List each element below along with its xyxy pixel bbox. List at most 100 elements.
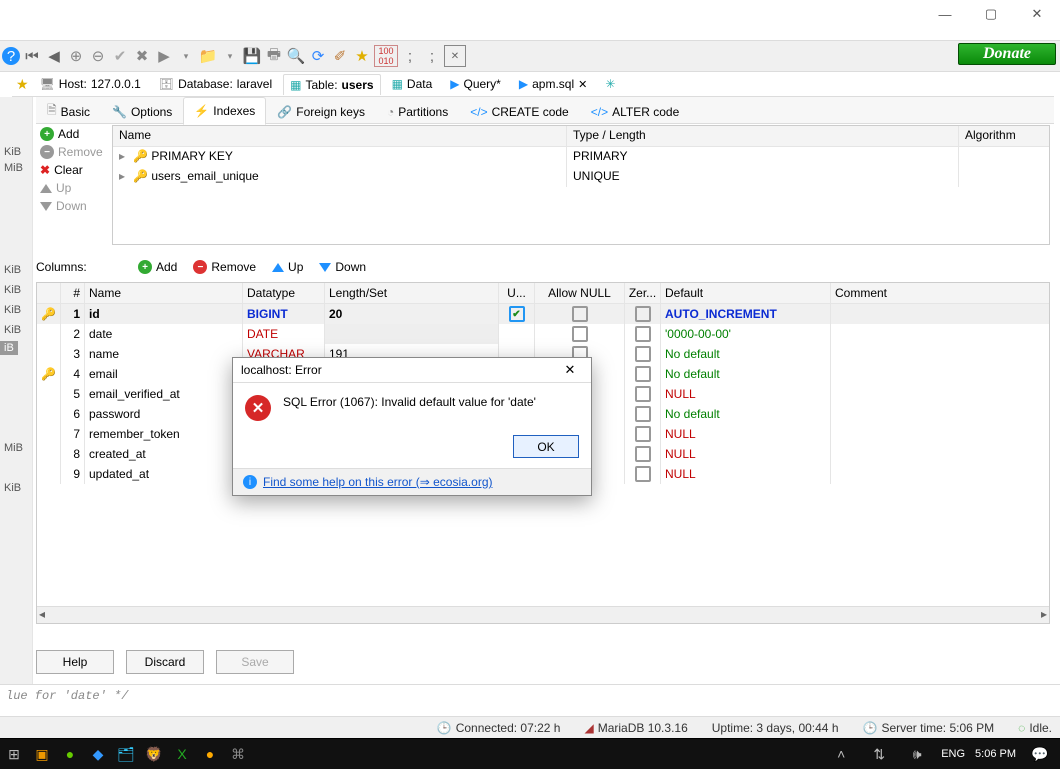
hex-icon[interactable]: 100010 [374,45,398,67]
zerofill-cell[interactable] [625,384,661,404]
comment-cell[interactable] [831,444,1049,464]
database-segment[interactable]: 🗄 Database: laravel [152,73,279,95]
cancel-icon[interactable]: ✖ [132,46,152,66]
save-icon[interactable]: 💾 [242,46,262,66]
tab-apm-sql[interactable]: ▶ apm.sql ✕ [512,73,594,95]
help-button[interactable]: Help [36,650,114,674]
datatype-cell[interactable]: DATE [243,324,325,344]
col-header-unsigned[interactable]: U... [499,283,535,303]
tray-notification-icon[interactable]: 💬 [1026,739,1054,769]
comment-cell[interactable] [831,324,1049,344]
default-cell[interactable]: No default [661,404,831,424]
index-up-button[interactable]: Up [36,179,112,197]
default-cell[interactable]: '0000-00-00' [661,324,831,344]
table-segment[interactable]: ▦ Table: users [283,74,380,95]
name-cell[interactable]: id [85,304,243,324]
col-header-type[interactable]: Type / Length [567,126,959,146]
col-header-dtype[interactable]: Datatype [243,283,325,303]
accept-icon[interactable]: ✔ [110,46,130,66]
open-dropdown-icon[interactable]: ▾ [220,46,240,66]
default-cell[interactable]: NULL [661,424,831,444]
dialog-close-icon[interactable]: ✕ [557,360,583,380]
host-segment[interactable]: 🖥 Host: 127.0.0.1 [33,73,148,95]
zerofill-cell[interactable] [625,404,661,424]
col-up-button[interactable]: Up [272,260,303,274]
default-cell[interactable]: NULL [661,444,831,464]
length-cell[interactable] [325,324,499,344]
name-cell[interactable]: password [85,404,243,424]
col-header-name[interactable]: Name [113,126,567,146]
task-app-icon[interactable]: X [168,739,196,769]
run-dropdown-icon[interactable]: ▾ [176,46,196,66]
allow-null-cell[interactable] [535,304,625,324]
zerofill-cell[interactable] [625,304,661,324]
dialog-help-link[interactable]: Find some help on this error (⇒ ecosia.o… [263,475,492,489]
donate-button[interactable]: Donate [958,43,1056,65]
index-row[interactable]: ▸🔑 PRIMARY KEY PRIMARY [113,147,1049,167]
col-remove-button[interactable]: −Remove [193,260,256,274]
zerofill-cell[interactable] [625,364,661,384]
tray-lang[interactable]: ENG [941,748,965,760]
save-button[interactable]: Save [216,650,294,674]
zerofill-cell[interactable] [625,464,661,484]
discard-button[interactable]: Discard [126,650,204,674]
column-row[interactable]: 🔑1idBIGINT20AUTO_INCREMENT [37,304,1049,324]
index-clear-button[interactable]: ✖Clear [36,161,112,179]
index-remove-button[interactable]: −Remove [36,143,112,161]
zerofill-cell[interactable] [625,324,661,344]
close-tab-x-icon[interactable]: ✕ [578,78,587,91]
col-header-comment[interactable]: Comment [831,283,1049,303]
col-add-button[interactable]: +Add [138,260,177,274]
comment-cell[interactable] [831,424,1049,444]
index-row[interactable]: ▸🔑 users_email_unique UNIQUE [113,167,1049,187]
find-icon[interactable]: 🔍 [286,46,306,66]
tab-query[interactable]: ▶ Query* [443,73,508,95]
dialog-title-bar[interactable]: localhost: Error ✕ [233,358,591,383]
name-cell[interactable]: email [85,364,243,384]
open-folder-icon[interactable]: 📁 [198,46,218,66]
nav-prev-icon[interactable]: ◀ [44,46,64,66]
close-tab-icon[interactable]: ✕ [444,45,466,67]
remove-icon[interactable]: ⊖ [88,46,108,66]
expander-icon[interactable]: ▸ [119,169,125,183]
task-app-icon[interactable]: ● [56,739,84,769]
name-cell[interactable]: name [85,344,243,364]
stop-icon-1[interactable]: ; [400,46,420,66]
task-app-icon[interactable]: ▣ [28,739,56,769]
tab-options[interactable]: 🔧Options [101,98,183,125]
comment-cell[interactable] [831,384,1049,404]
tab-data[interactable]: ▦ Data [385,73,440,95]
bookmark-icon[interactable]: ★ [352,46,372,66]
default-cell[interactable]: NULL [661,464,831,484]
tray-chevron-icon[interactable]: ˄ [827,739,855,769]
col-header-null[interactable]: Allow NULL [535,283,625,303]
comment-cell[interactable] [831,344,1049,364]
task-app-icon[interactable]: 🗂 [112,739,140,769]
col-header-default[interactable]: Default [661,283,831,303]
window-maximize[interactable]: ▢ [968,0,1014,28]
col-header-len[interactable]: Length/Set [325,283,499,303]
horizontal-scrollbar[interactable]: ◂ ▸ [37,606,1049,623]
expander-icon[interactable]: ▸ [119,149,125,163]
task-app-icon[interactable]: 🦁 [140,739,168,769]
column-row[interactable]: 2dateDATE'0000-00-00' [37,324,1049,344]
name-cell[interactable]: remember_token [85,424,243,444]
comment-cell[interactable] [831,304,1049,324]
print-icon[interactable]: 🖶 [264,46,284,66]
comment-cell[interactable] [831,464,1049,484]
name-cell[interactable]: date [85,324,243,344]
task-app-icon[interactable]: ⌘ [224,739,252,769]
tray-clock[interactable]: 5:06 PM [975,748,1016,760]
unsigned-cell[interactable] [499,304,535,324]
name-cell[interactable]: email_verified_at [85,384,243,404]
add-icon[interactable]: ⊕ [66,46,86,66]
zerofill-cell[interactable] [625,424,661,444]
stop-icon-2[interactable]: ; [422,46,442,66]
default-cell[interactable]: No default [661,344,831,364]
task-app-icon[interactable]: ◆ [84,739,112,769]
col-header-num[interactable]: # [61,283,85,303]
comment-cell[interactable] [831,364,1049,384]
start-icon[interactable]: ⊞ [0,739,28,769]
tab-foreign-keys[interactable]: 🔗Foreign keys [266,98,376,125]
tab-indexes[interactable]: ⚡Indexes [183,97,266,125]
